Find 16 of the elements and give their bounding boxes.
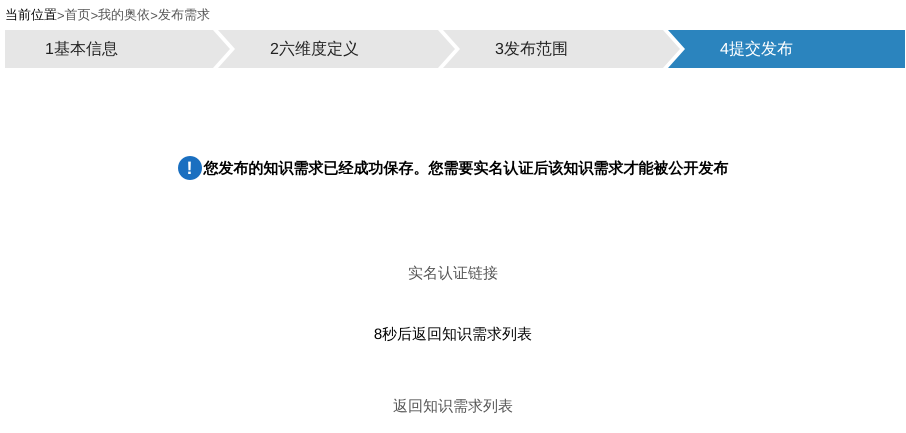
breadcrumb-link[interactable]: 发布需求 [158, 6, 210, 24]
verify-link[interactable]: 实名认证链接 [408, 264, 498, 283]
back-link[interactable]: 返回知识需求列表 [393, 397, 513, 416]
breadcrumb-label: 当前位置 [5, 6, 57, 24]
info-icon: ! [178, 156, 202, 180]
step-tab[interactable]: 1基本信息 [5, 30, 230, 68]
step-tab[interactable]: 4提交发布 [668, 30, 905, 68]
notice-message: 您发布的知识需求已经成功保存。您需要实名认证后该知识需求才能被公开发布 [204, 158, 728, 178]
breadcrumb-separator: > [150, 8, 158, 22]
breadcrumb-separator: > [90, 8, 98, 22]
breadcrumb-link[interactable]: 我的奥依 [98, 6, 150, 24]
step-tab[interactable]: 3发布范围 [443, 30, 680, 68]
breadcrumb-link[interactable]: 首页 [64, 6, 91, 24]
countdown-text: 8秒后返回知识需求列表 [374, 325, 532, 344]
breadcrumb-separator: > [57, 8, 65, 22]
step-tab[interactable]: 2六维度定义 [218, 30, 455, 68]
